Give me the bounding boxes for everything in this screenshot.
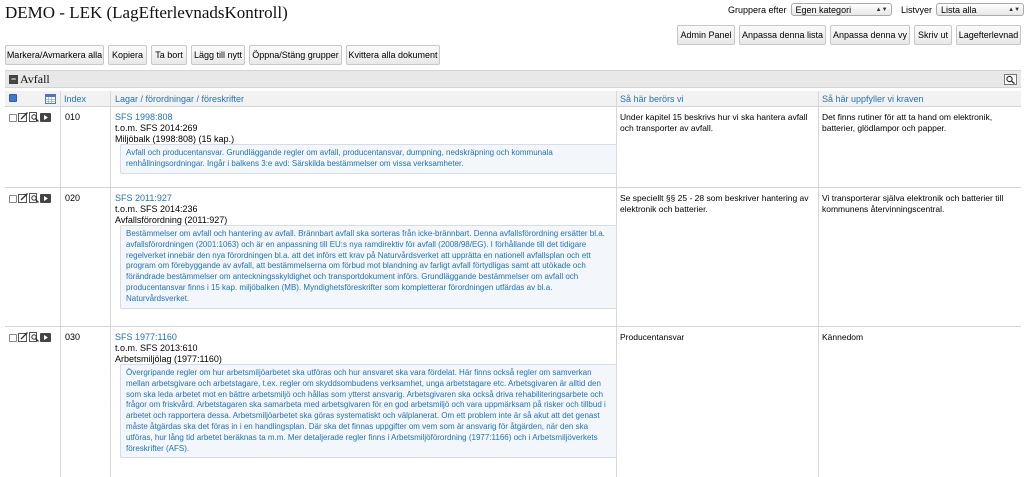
toggle-groups-button[interactable]: Öppna/Stäng grupper <box>249 45 342 65</box>
view-icon[interactable] <box>29 193 39 205</box>
law-link[interactable]: SFS 2011:927 <box>115 193 227 204</box>
law-description: Bestämmelser om avfall och hantering av … <box>120 225 617 309</box>
mark-all-button[interactable]: Markera/Avmarkera alla <box>5 45 104 65</box>
row-index: 030 <box>65 332 81 342</box>
edit-icon[interactable] <box>18 112 28 124</box>
table-row: 010 SFS 1998:808 t.o.m. SFS 2014:269 Mil… <box>5 107 1021 188</box>
law-description: Övergripande regler om hur arbetsmiljöar… <box>120 364 617 459</box>
add-new-button[interactable]: Lägg till nytt <box>191 45 245 65</box>
view-icon[interactable] <box>29 332 39 344</box>
row-actions <box>9 332 51 344</box>
row-index: 010 <box>65 112 81 122</box>
copy-button[interactable]: Kopiera <box>108 45 147 65</box>
law-description: Avfall och producentansvar. Grundläggand… <box>120 144 617 174</box>
expand-arrow-icon[interactable] <box>40 112 51 124</box>
fulfill-text: Vi transporterar själva elektronik och b… <box>822 193 1004 214</box>
list-view-value: Lista alla <box>941 4 977 15</box>
select-arrows-icon: ▲▼ <box>875 6 888 13</box>
row-checkbox[interactable] <box>9 334 17 342</box>
law-link[interactable]: SFS 1977:1160 <box>115 332 222 343</box>
expand-arrow-icon[interactable] <box>40 332 51 344</box>
ack-all-button[interactable]: Kvittera alla dokument <box>346 45 440 65</box>
expand-arrow-icon[interactable] <box>40 193 51 205</box>
view-icon[interactable] <box>29 112 39 124</box>
fulfill-text: Kännedom <box>822 332 864 342</box>
table-header: Index Lagar / förordningar / föreskrifte… <box>5 91 1021 107</box>
customize-view-button[interactable]: Anpassa denna vy <box>830 25 910 45</box>
affected-text: Under kapitel 15 beskrivs hur vi ska han… <box>620 112 808 133</box>
list-view-select[interactable]: Lista alla ▲▼ <box>936 3 1024 16</box>
edit-icon[interactable] <box>18 332 28 344</box>
law-amendment: t.o.m. SFS 2014:269 <box>115 123 198 133</box>
row-index: 020 <box>65 193 81 203</box>
collapse-icon[interactable]: − <box>9 75 18 84</box>
page-title: DEMO - LEK (LagEfterlevnadsKontroll) <box>5 3 288 22</box>
column-header-index[interactable]: Index <box>64 94 86 104</box>
row-checkbox[interactable] <box>9 195 17 203</box>
row-checkbox[interactable] <box>9 114 17 122</box>
row-actions <box>9 112 51 124</box>
remove-button[interactable]: Ta bort <box>151 45 187 65</box>
law-link[interactable]: SFS 1998:808 <box>115 112 234 123</box>
row-actions <box>9 193 51 205</box>
column-header-laws[interactable]: Lagar / förordningar / föreskrifter <box>115 94 244 104</box>
law-amendment: t.o.m. SFS 2013:610 <box>115 343 198 353</box>
group-title: Avfall <box>20 72 50 86</box>
select-all-checkbox[interactable] <box>9 94 17 102</box>
list-view-control: Listvyer Lista alla ▲▼ <box>901 3 1024 16</box>
affected-text: Producentansvar <box>620 332 685 342</box>
column-header-affected[interactable]: Så här berörs vi <box>620 94 684 104</box>
fulfill-text: Det finns rutiner för att ta hand om ele… <box>822 112 993 133</box>
select-arrows-icon: ▲▼ <box>1008 6 1021 13</box>
law-info: SFS 1998:808 t.o.m. SFS 2014:269 Miljöba… <box>115 112 234 145</box>
law-amendment: t.o.m. SFS 2014:236 <box>115 204 198 214</box>
law-info: SFS 2011:927 t.o.m. SFS 2014:236 Avfalls… <box>115 193 227 226</box>
list-view-label: Listvyer <box>901 4 933 15</box>
calendar-icon[interactable] <box>45 93 56 106</box>
group-by-label: Gruppera efter <box>728 4 787 15</box>
group-by-select[interactable]: Egen kategori ▲▼ <box>790 3 892 16</box>
column-header-fulfill[interactable]: Så här uppfyller vi kraven <box>822 94 924 104</box>
table-row: 020 SFS 2011:927 t.o.m. SFS 2014:236 Avf… <box>5 188 1021 327</box>
admin-panel-button[interactable]: Admin Panel <box>677 25 735 45</box>
zoom-search-icon[interactable] <box>1004 74 1017 87</box>
group-by-control: Gruppera efter Egen kategori ▲▼ <box>728 3 892 16</box>
group-by-value: Egen kategori <box>795 4 852 15</box>
edit-icon[interactable] <box>18 193 28 205</box>
group-header-avfall[interactable]: − Avfall <box>5 70 1021 88</box>
print-button[interactable]: Skriv ut <box>914 25 952 45</box>
customize-list-button[interactable]: Anpassa denna lista <box>739 25 826 45</box>
law-info: SFS 1977:1160 t.o.m. SFS 2013:610 Arbets… <box>115 332 222 365</box>
affected-text: Se speciellt §§ 25 - 28 som beskriver ha… <box>620 193 809 214</box>
compliance-button[interactable]: Lagefterlevnad <box>956 25 1021 45</box>
table-row: 030 SFS 1977:1160 t.o.m. SFS 2013:610 Ar… <box>5 327 1021 477</box>
